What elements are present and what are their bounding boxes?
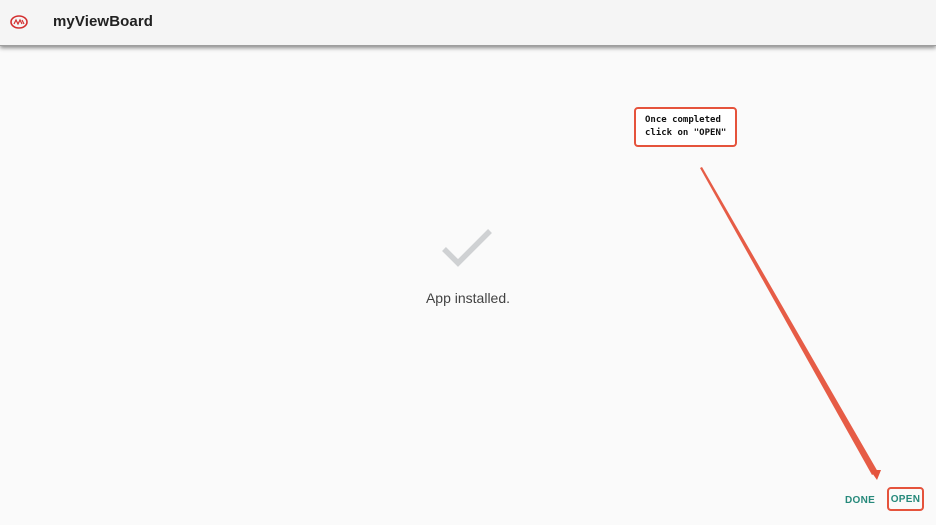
app-title: myViewBoard bbox=[53, 13, 154, 30]
checkmark-icon bbox=[442, 229, 492, 267]
done-button[interactable]: DONE bbox=[845, 495, 875, 506]
callout-line-2: click on "OPEN" bbox=[645, 128, 727, 138]
open-button[interactable]: OPEN bbox=[887, 487, 924, 511]
callout-line-1: Once completed bbox=[645, 115, 721, 125]
install-complete-screen: myViewBoard App installed. Once complete… bbox=[0, 0, 936, 525]
install-status-text: App installed. bbox=[425, 290, 511, 306]
myviewboard-logo-icon bbox=[10, 15, 28, 29]
app-bar: myViewBoard bbox=[0, 0, 936, 46]
instruction-callout: Once completed click on "OPEN" bbox=[634, 107, 737, 147]
